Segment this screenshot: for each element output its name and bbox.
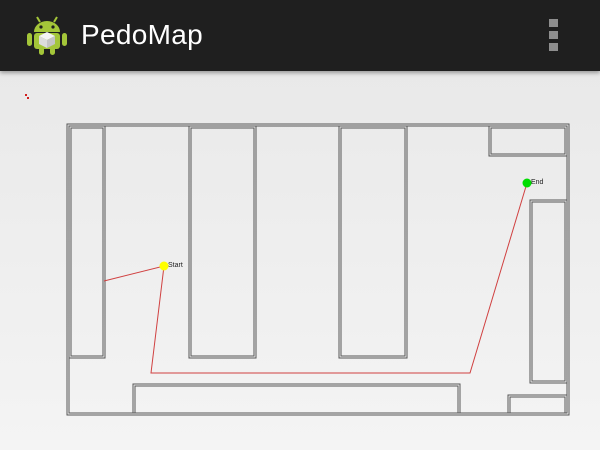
end-label: End [531, 179, 544, 186]
android-robot-icon[interactable] [25, 13, 69, 57]
room-left [68, 125, 106, 359]
room-shelf-2 [338, 125, 408, 359]
start-label: Start [168, 262, 183, 269]
room-bottom [132, 383, 461, 414]
overflow-menu-button[interactable] [538, 14, 568, 56]
red-marker-icon [25, 94, 29, 99]
action-bar: PedoMap [0, 0, 600, 71]
route-path [103, 182, 528, 374]
room-bottom-right [507, 394, 568, 414]
overflow-dot [549, 43, 558, 51]
room-right [529, 199, 568, 384]
room-shelf-1 [188, 125, 257, 359]
room-top-right [488, 125, 568, 157]
walls [66, 123, 570, 416]
app-title: PedoMap [81, 19, 203, 50]
overflow-dot [549, 31, 558, 39]
outer-wall-inner [68, 125, 568, 414]
outer-wall-outer [66, 123, 570, 416]
overflow-menu-icon [549, 19, 558, 27]
